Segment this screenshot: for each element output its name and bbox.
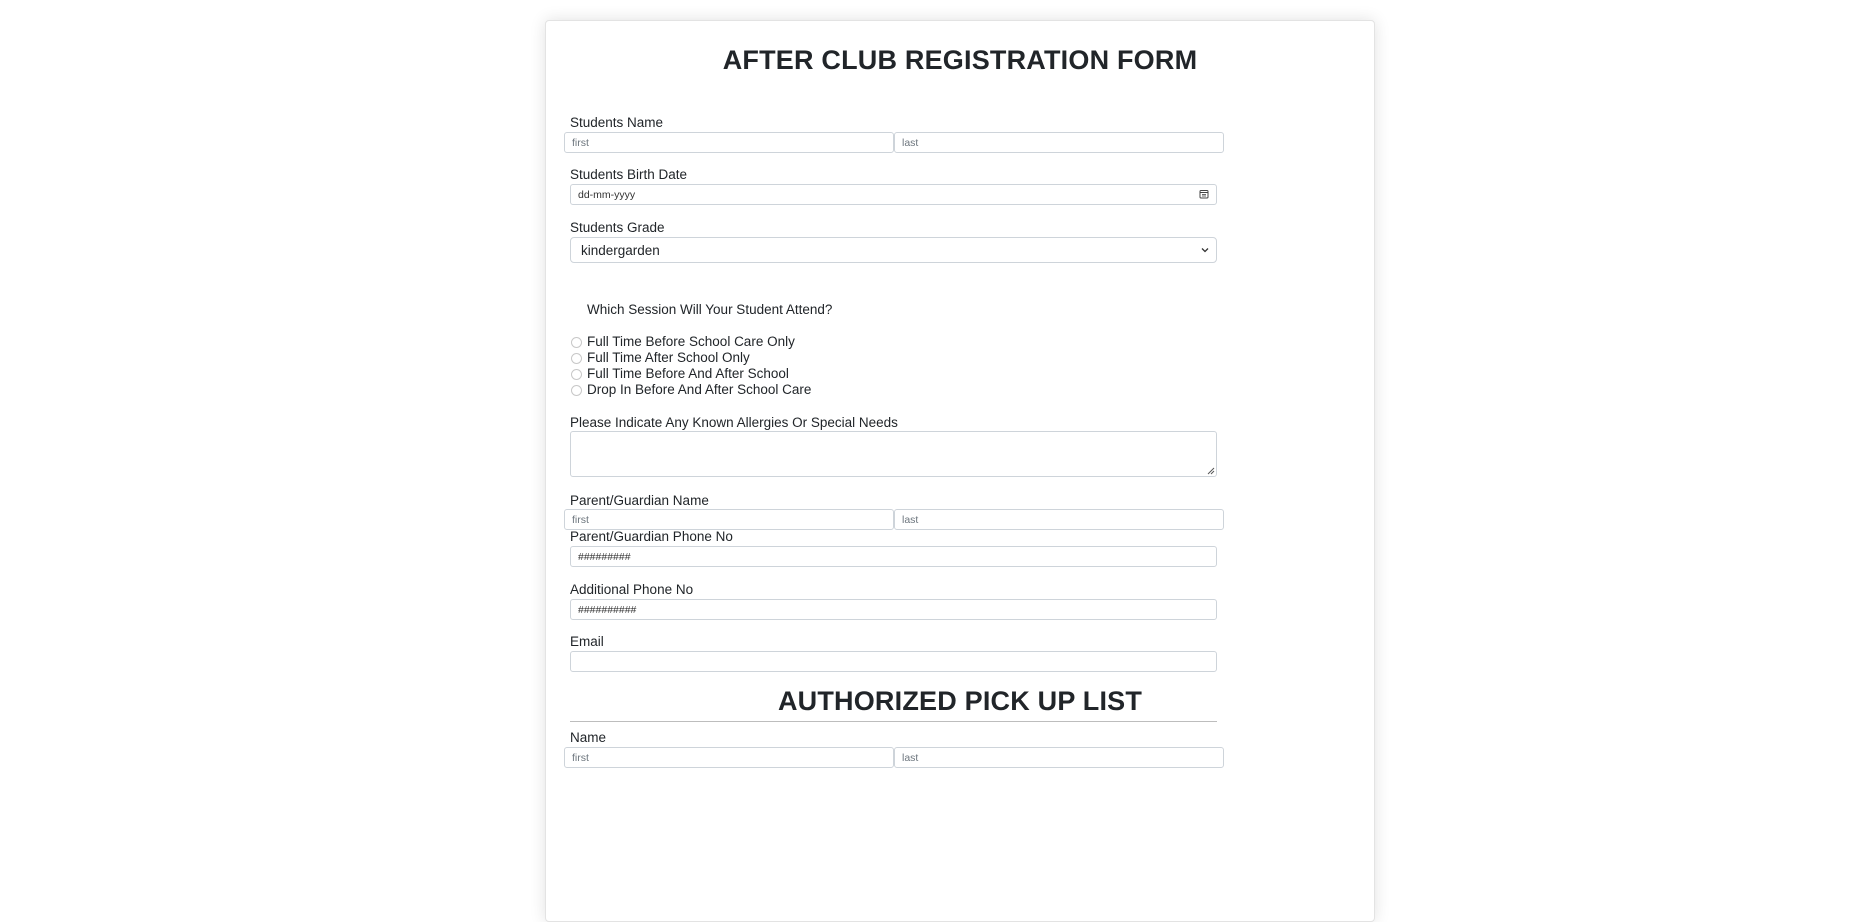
students-last-name-input[interactable]: last [894, 132, 1224, 153]
pickup-first-name-input[interactable]: first [564, 747, 894, 768]
session-option-label: Full Time Before School Care Only [587, 334, 795, 349]
birth-date-placeholder: dd-mm-yyyy [578, 188, 636, 201]
grade-label: Students Grade [570, 220, 665, 235]
pickup-last-name-input[interactable]: last [894, 747, 1224, 768]
form-title: AFTER CLUB REGISTRATION FORM [722, 45, 1198, 75]
grade-select[interactable]: kindergarden [570, 237, 1217, 263]
additional-phone-label: Additional Phone No [570, 582, 694, 597]
session-radio-before-only[interactable] [571, 337, 582, 348]
session-option-label: Full Time Before And After School [587, 366, 789, 381]
email-label: Email [570, 634, 604, 649]
email-input[interactable] [570, 651, 1217, 672]
guardian-name-label: Parent/Guardian Name [570, 493, 709, 508]
section-divider [570, 721, 1217, 722]
allergies-label: Please Indicate Any Known Allergies Or S… [570, 415, 898, 430]
session-radio-drop-in[interactable] [571, 385, 582, 396]
pickup-list-title: AUTHORIZED PICK UP LIST [777, 686, 1143, 716]
students-name-label: Students Name [570, 115, 664, 130]
birth-date-input[interactable]: dd-mm-yyyy [570, 184, 1217, 205]
pickup-name-label: Name [570, 730, 607, 745]
guardian-phone-input[interactable]: ######### [570, 546, 1217, 567]
birth-date-label: Students Birth Date [570, 167, 688, 182]
chevron-down-icon [1201, 248, 1209, 253]
guardian-last-name-input[interactable]: last [894, 509, 1224, 530]
session-radio-after-only[interactable] [571, 353, 582, 364]
session-radio-before-and-after[interactable] [571, 369, 582, 380]
session-question: Which Session Will Your Student Attend? [587, 302, 833, 317]
calendar-icon[interactable] [1199, 189, 1209, 199]
session-option-label: Drop In Before And After School Care [587, 382, 812, 397]
grade-selected-value: kindergarden [581, 242, 660, 258]
registration-form-card: AFTER CLUB REGISTRATION FORM Students Na… [545, 20, 1375, 922]
session-option-label: Full Time After School Only [587, 350, 750, 365]
students-first-name-input[interactable]: first [564, 132, 894, 153]
guardian-phone-label: Parent/Guardian Phone No [570, 529, 733, 544]
additional-phone-input[interactable]: ########## [570, 599, 1217, 620]
resize-handle-icon[interactable] [1207, 467, 1215, 475]
guardian-first-name-input[interactable]: first [564, 509, 894, 530]
allergies-textarea[interactable] [570, 431, 1217, 477]
